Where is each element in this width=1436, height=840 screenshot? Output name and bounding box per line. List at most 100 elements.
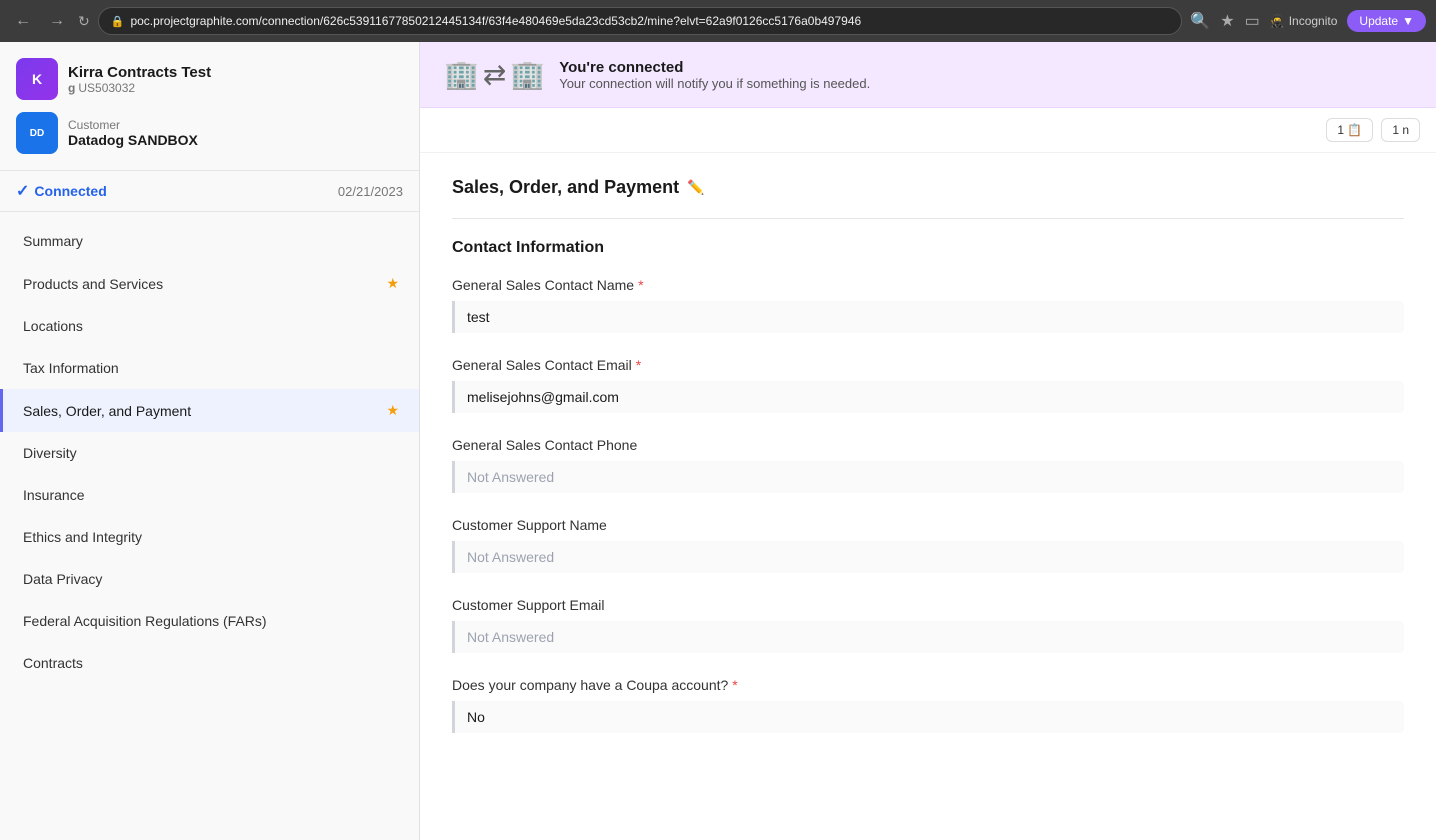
- field-value-coupa-account: No: [452, 701, 1404, 733]
- sidebar-item-label: Products and Services: [23, 276, 163, 292]
- field-label-general-sales-contact-phone: General Sales Contact Phone: [452, 437, 1404, 453]
- org-info: Kirra Contracts Test g US503032: [68, 64, 211, 95]
- sales-order-badge: ★: [386, 402, 399, 419]
- toolbar-btn-1[interactable]: 1 📋: [1326, 118, 1373, 142]
- sidebar: K Kirra Contracts Test g US503032 DD Cus…: [0, 42, 420, 840]
- main-content: 🏢 ⇄ 🏢 You're connected Your connection w…: [420, 42, 1436, 840]
- required-indicator: *: [732, 677, 737, 693]
- connection-subtitle: Your connection will notify you if somet…: [559, 76, 870, 91]
- customer-name: Datadog SANDBOX: [68, 132, 198, 148]
- app-layout: K Kirra Contracts Test g US503032 DD Cus…: [0, 42, 1436, 840]
- reload-button[interactable]: ↻: [78, 13, 90, 30]
- connected-date: 02/21/2023: [338, 184, 403, 199]
- subsection-title: Contact Information: [452, 239, 1404, 257]
- field-label-general-sales-contact-email: General Sales Contact Email *: [452, 357, 1404, 373]
- toolbar-btn-2[interactable]: 1 n: [1381, 118, 1420, 142]
- section-title-text: Sales, Order, and Payment: [452, 177, 679, 198]
- sidebar-item-locations[interactable]: Locations: [0, 305, 419, 347]
- building-icon: 🏢: [444, 58, 479, 91]
- form-section: Sales, Order, and Payment ✏️ Contact Inf…: [420, 153, 1436, 781]
- field-general-sales-contact-name: General Sales Contact Name * test: [452, 277, 1404, 333]
- bookmark-button[interactable]: ★: [1220, 11, 1234, 31]
- org-id: g US503032: [68, 81, 211, 95]
- sidebar-item-products-services[interactable]: Products and Services ★: [0, 262, 419, 305]
- connection-banner: 🏢 ⇄ 🏢 You're connected Your connection w…: [420, 42, 1436, 108]
- incognito-indicator: 🥷 Incognito: [1270, 14, 1338, 28]
- toolbar-btn2-label: 1 n: [1392, 123, 1409, 137]
- browser-chrome: ← → ↻ 🔒 poc.projectgraphite.com/connecti…: [0, 0, 1436, 42]
- customer-avatar: DD: [16, 112, 58, 154]
- field-label-general-sales-contact-name: General Sales Contact Name *: [452, 277, 1404, 293]
- sidebar-item-label: Federal Acquisition Regulations (FARs): [23, 613, 267, 629]
- sidebar-item-diversity[interactable]: Diversity: [0, 432, 419, 474]
- section-divider: [452, 218, 1404, 219]
- section-title: Sales, Order, and Payment ✏️: [452, 177, 1404, 198]
- field-label-customer-support-email: Customer Support Email: [452, 597, 1404, 613]
- sidebar-item-label: Diversity: [23, 445, 77, 461]
- sidebar-item-label: Data Privacy: [23, 571, 102, 587]
- org-card: K Kirra Contracts Test g US503032: [16, 58, 403, 100]
- required-indicator: *: [636, 357, 641, 373]
- sidebar-item-sales-order-payment[interactable]: Sales, Order, and Payment ★: [0, 389, 419, 432]
- url-text: poc.projectgraphite.com/connection/626c5…: [130, 14, 861, 28]
- building2-icon: 🏢: [510, 58, 545, 91]
- customer-info: Customer Datadog SANDBOX: [68, 118, 198, 148]
- connection-text: You're connected Your connection will no…: [559, 59, 870, 91]
- field-value-customer-support-name: Not Answered: [452, 541, 1404, 573]
- connection-status: ✓ Connected 02/21/2023: [0, 171, 419, 212]
- check-icon: ✓: [16, 181, 29, 201]
- sidebar-item-label: Ethics and Integrity: [23, 529, 142, 545]
- org-avatar: K: [16, 58, 58, 100]
- edit-icon[interactable]: ✏️: [687, 179, 704, 196]
- back-button[interactable]: ←: [10, 10, 36, 32]
- sidebar-item-federal-acquisition[interactable]: Federal Acquisition Regulations (FARs): [0, 600, 419, 642]
- sidebar-item-label: Summary: [23, 233, 83, 249]
- update-button[interactable]: Update ▼: [1347, 10, 1426, 32]
- split-view-button[interactable]: ▭: [1245, 11, 1260, 31]
- top-toolbar: 1 📋 1 n: [420, 108, 1436, 153]
- required-indicator: *: [638, 277, 643, 293]
- incognito-icon: 🥷: [1270, 14, 1285, 28]
- sidebar-item-insurance[interactable]: Insurance: [0, 474, 419, 516]
- customer-label: Customer: [68, 118, 198, 132]
- org-initials: K: [32, 71, 42, 87]
- connected-badge: ✓ Connected: [16, 181, 107, 201]
- sidebar-item-summary[interactable]: Summary: [0, 220, 419, 262]
- customer-card: DD Customer Datadog SANDBOX: [16, 112, 403, 154]
- sidebar-header: K Kirra Contracts Test g US503032 DD Cus…: [0, 42, 419, 171]
- arrows-icon: ⇄: [483, 58, 506, 91]
- sidebar-item-label: Sales, Order, and Payment: [23, 403, 191, 419]
- lock-icon: 🔒: [111, 15, 125, 28]
- address-bar[interactable]: 🔒 poc.projectgraphite.com/connection/626…: [98, 7, 1183, 35]
- field-customer-support-email: Customer Support Email Not Answered: [452, 597, 1404, 653]
- nav-list: Summary Products and Services ★ Location…: [0, 212, 419, 692]
- field-coupa-account: Does your company have a Coupa account? …: [452, 677, 1404, 733]
- org-id-value: US503032: [78, 81, 135, 95]
- sidebar-item-tax-information[interactable]: Tax Information: [0, 347, 419, 389]
- field-general-sales-contact-phone: General Sales Contact Phone Not Answered: [452, 437, 1404, 493]
- org-name: Kirra Contracts Test: [68, 64, 211, 81]
- search-browser-button[interactable]: 🔍: [1190, 11, 1210, 31]
- sidebar-item-label: Insurance: [23, 487, 84, 503]
- field-general-sales-contact-email: General Sales Contact Email * melisejohn…: [452, 357, 1404, 413]
- forward-button[interactable]: →: [44, 10, 70, 32]
- field-value-general-sales-contact-email: melisejohns@gmail.com: [452, 381, 1404, 413]
- field-customer-support-name: Customer Support Name Not Answered: [452, 517, 1404, 573]
- customer-initials: DD: [30, 128, 44, 139]
- sidebar-item-label: Locations: [23, 318, 83, 334]
- browser-actions: 🔍 ★ ▭ 🥷 Incognito Update ▼: [1190, 10, 1426, 32]
- sidebar-item-ethics-integrity[interactable]: Ethics and Integrity: [0, 516, 419, 558]
- sidebar-item-label: Tax Information: [23, 360, 119, 376]
- sidebar-item-label: Contracts: [23, 655, 83, 671]
- connected-label: Connected: [34, 183, 106, 199]
- products-services-badge: ★: [386, 275, 399, 292]
- sidebar-item-data-privacy[interactable]: Data Privacy: [0, 558, 419, 600]
- field-label-customer-support-name: Customer Support Name: [452, 517, 1404, 533]
- toolbar-btn1-label: 1 📋: [1337, 123, 1362, 137]
- field-value-general-sales-contact-phone: Not Answered: [452, 461, 1404, 493]
- sidebar-item-contracts[interactable]: Contracts: [0, 642, 419, 684]
- org-type-badge: g: [68, 81, 75, 95]
- field-label-coupa-account: Does your company have a Coupa account? …: [452, 677, 1404, 693]
- update-chevron-icon: ▼: [1402, 14, 1414, 28]
- connection-icon: 🏢 ⇄ 🏢: [444, 58, 545, 91]
